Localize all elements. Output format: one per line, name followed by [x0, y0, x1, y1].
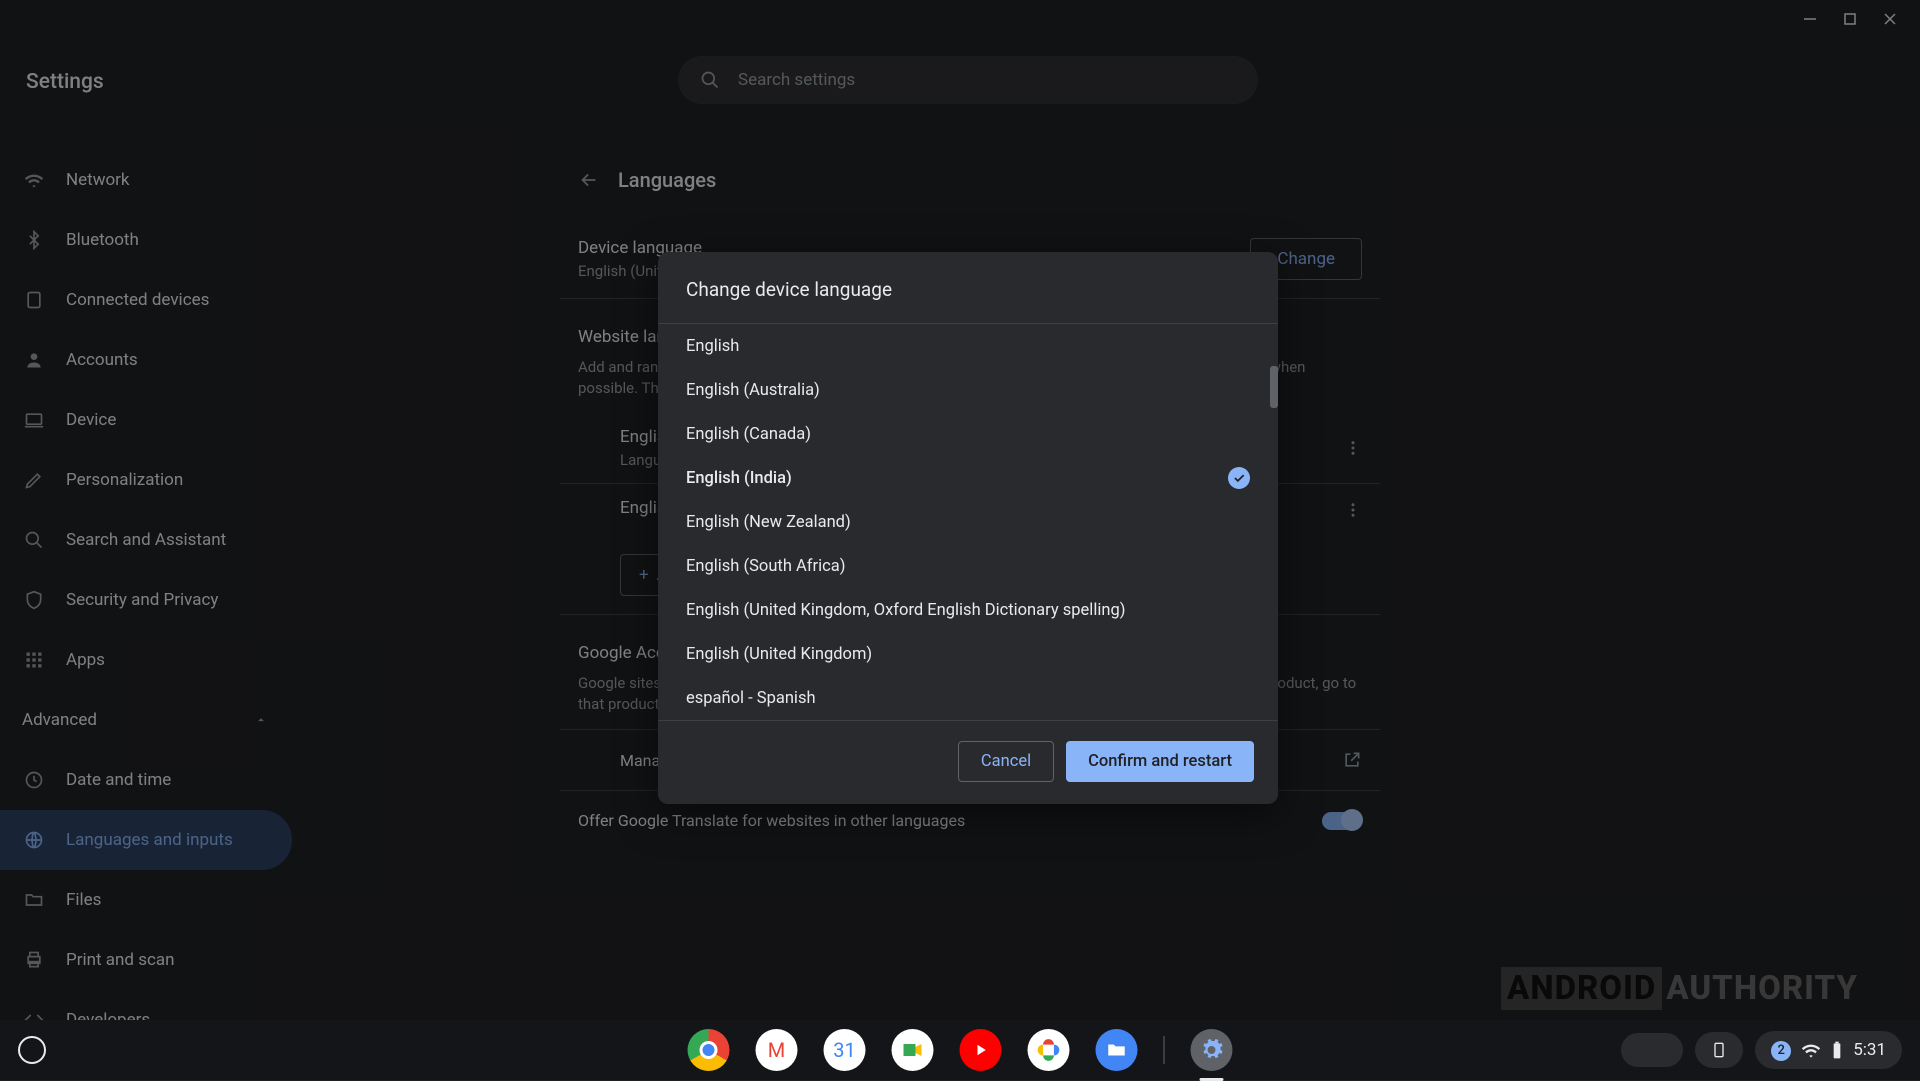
- chrome-app-icon[interactable]: [688, 1029, 730, 1071]
- language-option[interactable]: English (Australia): [658, 368, 1278, 412]
- settings-app-icon[interactable]: [1191, 1029, 1233, 1071]
- account-avatar[interactable]: [1621, 1033, 1683, 1067]
- change-language-dialog: Change device language English English (…: [658, 252, 1278, 804]
- launcher-button[interactable]: [18, 1036, 46, 1064]
- confirm-restart-button[interactable]: Confirm and restart: [1066, 741, 1254, 782]
- check-icon: [1228, 467, 1250, 489]
- language-list[interactable]: English English (Australia) English (Can…: [658, 324, 1278, 720]
- cancel-button[interactable]: Cancel: [958, 741, 1054, 782]
- meet-app-icon[interactable]: [892, 1029, 934, 1071]
- gmail-app-icon[interactable]: M: [756, 1029, 798, 1071]
- youtube-app-icon[interactable]: [960, 1029, 1002, 1071]
- battery-icon: [1831, 1040, 1843, 1060]
- language-option[interactable]: English (Canada): [658, 412, 1278, 456]
- status-tray[interactable]: 2 5:31: [1755, 1031, 1902, 1069]
- language-option-selected[interactable]: English (India): [658, 456, 1278, 500]
- wifi-icon: [1801, 1040, 1821, 1060]
- scrollbar-thumb[interactable]: [1270, 366, 1278, 408]
- language-option[interactable]: English (United Kingdom): [658, 632, 1278, 676]
- clock: 5:31: [1853, 1040, 1886, 1060]
- files-app-icon[interactable]: [1096, 1029, 1138, 1071]
- language-option[interactable]: English (United Kingdom, Oxford English …: [658, 588, 1278, 632]
- language-option[interactable]: English (New Zealand): [658, 500, 1278, 544]
- photos-app-icon[interactable]: [1028, 1029, 1070, 1071]
- calendar-app-icon[interactable]: 31: [824, 1029, 866, 1071]
- language-option[interactable]: English: [658, 324, 1278, 368]
- phone-hub-button[interactable]: [1695, 1032, 1743, 1068]
- shelf: M 31 2 5:31: [0, 1020, 1920, 1080]
- language-option[interactable]: English (South Africa): [658, 544, 1278, 588]
- language-option[interactable]: español - Spanish: [658, 676, 1278, 720]
- dialog-title: Change device language: [658, 252, 1278, 324]
- notification-badge: 2: [1771, 1039, 1791, 1061]
